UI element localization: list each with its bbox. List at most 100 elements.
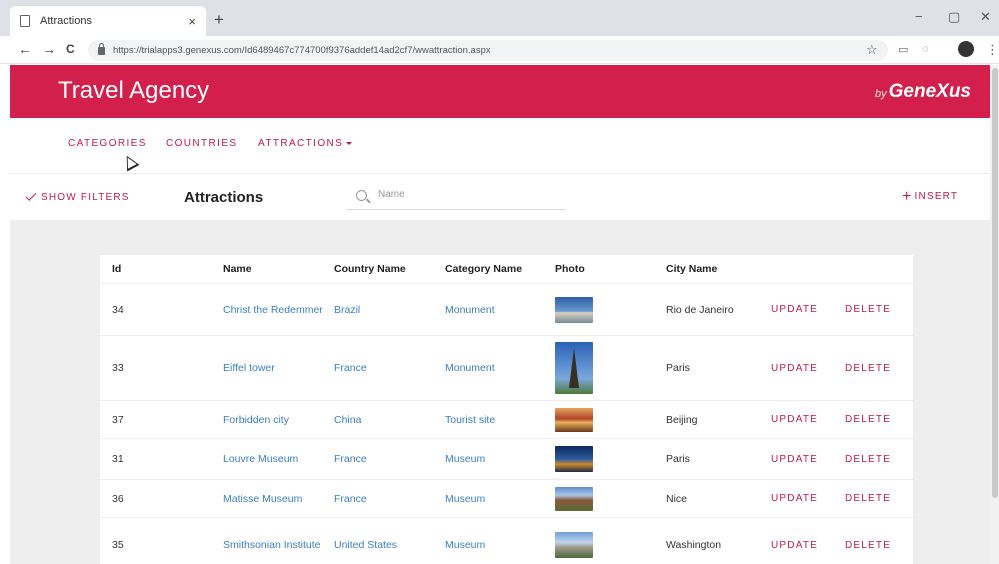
smithsonian-photo[interactable]: [555, 532, 593, 558]
reload-icon[interactable]: C: [66, 42, 75, 56]
show-filters-button[interactable]: SHOW FILTERS: [25, 190, 130, 203]
cell-country-link[interactable]: France: [334, 480, 367, 517]
minimize-icon[interactable]: −: [915, 9, 923, 24]
cell-city: Washington: [666, 539, 722, 551]
cell-name-link[interactable]: Eiffel tower: [223, 336, 323, 400]
app-title[interactable]: Travel Agency: [58, 77, 209, 105]
delete-button[interactable]: DELETE: [845, 284, 891, 335]
brand-by: by: [875, 88, 887, 100]
update-button[interactable]: UPDATE: [771, 518, 818, 564]
cell-name-link[interactable]: Matisse Museum: [223, 480, 323, 517]
cell-id: 31: [112, 453, 124, 465]
cell-id: 34: [112, 303, 124, 316]
cast-icon[interactable]: ▭: [898, 43, 908, 56]
column-header-city[interactable]: City Name: [666, 255, 717, 283]
cell-category-link[interactable]: Tourist site: [445, 401, 495, 438]
cell-country-link[interactable]: United States: [334, 518, 397, 564]
cell-city: Nice: [666, 492, 688, 505]
delete-button[interactable]: DELETE: [845, 518, 891, 564]
update-button[interactable]: UPDATE: [771, 336, 818, 400]
column-header-photo: Photo: [555, 263, 585, 275]
attractions-grid: Id Name Country Name Category Name Photo…: [100, 255, 913, 564]
search-input[interactable]: [378, 189, 558, 200]
cell-category-link[interactable]: Museum: [445, 439, 485, 479]
menu-item-attractions-label: ATTRACTIONS: [258, 138, 344, 149]
delete-button[interactable]: DELETE: [845, 401, 891, 438]
menu-item-attractions[interactable]: ATTRACTIONS: [258, 138, 353, 149]
new-tab-icon[interactable]: +: [214, 11, 224, 28]
menu-item-countries[interactable]: COUNTRIES: [166, 138, 238, 149]
cell-category-link[interactable]: Museum: [445, 518, 485, 564]
update-button[interactable]: UPDATE: [771, 284, 818, 335]
christ-the-redeemer-photo[interactable]: [555, 296, 593, 323]
eiffel-tower-photo[interactable]: [555, 342, 593, 394]
cell-id: 37: [112, 413, 124, 426]
cell-name-link[interactable]: Christ the Redemmer: [223, 284, 323, 335]
table-row: 33 Eiffel tower France Monument Paris UP…: [100, 336, 913, 401]
delete-button[interactable]: DELETE: [845, 336, 891, 400]
menu-item-categories[interactable]: CATEGORIES: [68, 138, 147, 149]
url-bar[interactable]: https://trialapps3.genexus.com/Id6489467…: [88, 40, 888, 61]
cell-category-link[interactable]: Museum: [445, 480, 485, 517]
louvre-museum-photo[interactable]: [555, 446, 593, 472]
table-header-row: Id Name Country Name Category Name Photo…: [100, 255, 913, 283]
main-menu: CATEGORIES COUNTRIES ATTRACTIONS: [10, 118, 990, 174]
brand-name: GeneXus: [888, 81, 971, 102]
back-arrow-icon[interactable]: ←: [18, 42, 32, 56]
cell-photo: [555, 480, 593, 517]
url-text: https://trialapps3.genexus.com/Id6489467…: [113, 45, 491, 56]
profile-avatar[interactable]: [958, 41, 974, 57]
column-header-name[interactable]: Name: [223, 255, 323, 283]
insert-button[interactable]: + INSERT: [902, 188, 958, 206]
column-header-country[interactable]: Country Name: [334, 255, 406, 283]
update-button[interactable]: UPDATE: [771, 480, 818, 517]
cell-country-link[interactable]: China: [334, 401, 361, 438]
tab-close-icon[interactable]: ×: [188, 14, 196, 29]
update-button[interactable]: UPDATE: [771, 439, 818, 479]
cell-name-link[interactable]: Louvre Museum: [223, 439, 323, 479]
cell-category-link[interactable]: Monument: [445, 284, 495, 335]
scrollbar-thumb[interactable]: [992, 68, 998, 498]
table-row: 36 Matisse Museum France Museum Nice UPD…: [100, 480, 913, 518]
cell-category-link[interactable]: Monument: [445, 336, 495, 400]
browser-menu-icon[interactable]: ⋮: [986, 42, 999, 58]
column-header-id[interactable]: Id: [112, 255, 121, 283]
table-row: 35 Smithsonian Institute United States M…: [100, 518, 913, 564]
cell-city: Paris: [666, 453, 690, 465]
plus-icon: +: [902, 188, 913, 205]
chevron-down-icon: [346, 141, 353, 145]
cell-id: 36: [112, 492, 124, 505]
matisse-museum-photo[interactable]: [555, 486, 593, 511]
cell-photo: [555, 336, 593, 400]
address-bar: ← → C https://trialapps3.genexus.com/Id6…: [0, 36, 999, 64]
extension-icon[interactable]: ◌: [922, 43, 929, 55]
cell-city: Beijing: [666, 413, 698, 426]
cell-country-link[interactable]: Brazil: [334, 284, 360, 335]
window-close-icon[interactable]: ✕: [980, 9, 991, 25]
forward-arrow-icon[interactable]: →: [42, 42, 56, 56]
show-filters-label: SHOW FILTERS: [41, 192, 130, 203]
cell-name-link[interactable]: Forbidden city: [223, 401, 323, 438]
search-icon: [356, 190, 367, 201]
table-row: 31 Louvre Museum France Museum Paris UPD…: [100, 439, 913, 480]
cell-country-link[interactable]: France: [334, 439, 367, 479]
tab-title: Attractions: [40, 15, 92, 27]
cell-photo: [555, 284, 593, 335]
column-header-category[interactable]: Category Name: [445, 255, 522, 283]
cell-photo: [555, 518, 593, 564]
delete-button[interactable]: DELETE: [845, 480, 891, 517]
bookmark-star-icon[interactable]: ☆: [866, 42, 878, 58]
forbidden-city-photo[interactable]: [555, 407, 593, 432]
restore-icon[interactable]: ▢: [948, 9, 960, 25]
cell-photo: [555, 401, 593, 438]
genexus-logo: by GeneXus: [875, 81, 971, 103]
delete-button[interactable]: DELETE: [845, 439, 891, 479]
browser-tab[interactable]: Attractions ×: [10, 6, 206, 36]
browser-tab-bar: Attractions × + − ▢ ✕: [0, 0, 999, 36]
cell-city: Paris: [666, 362, 690, 374]
update-button[interactable]: UPDATE: [771, 401, 818, 438]
cell-name-link[interactable]: Smithsonian Institute: [223, 518, 323, 564]
toolbar: SHOW FILTERS Attractions +INSERT: [10, 175, 990, 220]
page-title: Attractions: [184, 189, 264, 206]
cell-country-link[interactable]: France: [334, 336, 367, 400]
